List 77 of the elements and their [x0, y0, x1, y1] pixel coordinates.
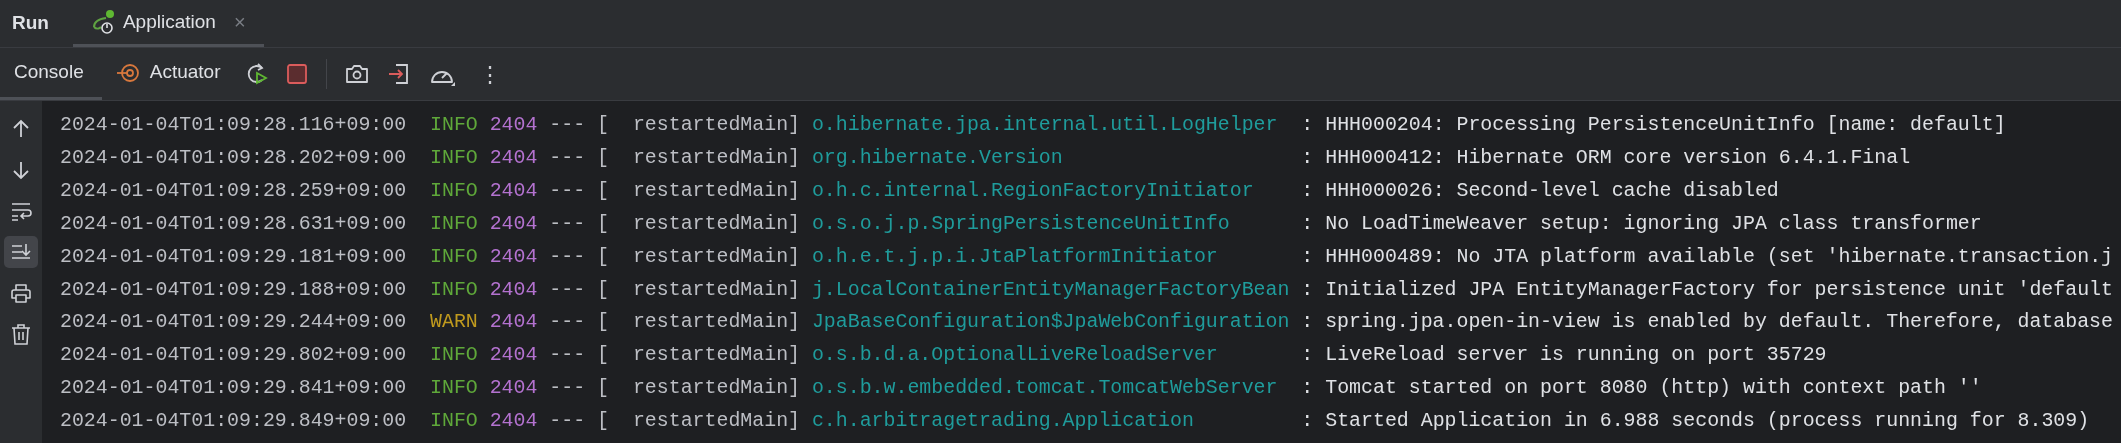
log-thread: [ restartedMain] — [597, 144, 800, 171]
log-logger: JpaBaseConfiguration$JpaWebConfiguration — [811, 309, 1290, 336]
log-message: : HHH000026: Second-level cache disabled — [1301, 177, 1779, 204]
log-level: INFO — [430, 408, 478, 435]
log-message: : Initialized JPA EntityManagerFactory for persistence unit 'default — [1301, 276, 2113, 303]
log-pid: 2404 — [489, 144, 538, 171]
more-button[interactable]: ⋮ — [473, 57, 508, 91]
log-logger: org.hibernate.Version — [811, 144, 1063, 171]
log-pid: 2404 — [489, 243, 538, 270]
log-pid: 2404 — [489, 276, 538, 303]
log-logger: o.hibernate.jpa.internal.util.LogHelper — [811, 112, 1278, 138]
panel-title: Run — [12, 11, 49, 36]
log-logger: o.h.c.internal.RegionFactoryInitiator — [811, 177, 1254, 204]
log-level: INFO — [430, 112, 478, 138]
log-logger: o.h.e.t.j.p.i.JtaPlatformInitiator — [811, 243, 1218, 270]
log-separator: --- — [549, 144, 586, 171]
log-level: INFO — [430, 276, 478, 303]
log-level: INFO — [430, 342, 478, 369]
log-pid: 2404 — [489, 408, 538, 435]
log-thread: [ restartedMain] — [597, 276, 800, 303]
log-thread: [ restartedMain] — [597, 408, 800, 435]
log-level: WARN — [430, 309, 478, 336]
log-thread: [ restartedMain] — [597, 309, 800, 336]
log-message: : HHH000204: Processing PersistenceUnitInfo [name: default] — [1301, 112, 2006, 138]
log-message: : Tomcat started on port 8080 (http) with context path '' — [1301, 375, 1982, 402]
scroll-to-end-icon[interactable] — [4, 236, 38, 268]
log-pid: 2404 — [489, 309, 538, 336]
log-separator: --- — [549, 276, 586, 303]
log-timestamp: 2024-01-04T01:09:29.181+09:00 — [60, 243, 407, 270]
log-separator: --- — [549, 375, 586, 402]
log-pid: 2404 — [489, 177, 538, 204]
log-separator: --- — [549, 408, 586, 435]
log-timestamp: 2024-01-04T01:09:28.631+09:00 — [60, 210, 407, 237]
log-level: INFO — [430, 210, 478, 237]
log-level: INFO — [430, 375, 478, 402]
camera-icon[interactable] — [345, 63, 370, 85]
log-thread: [ restartedMain] — [597, 243, 800, 270]
log-thread: [ restartedMain] — [597, 342, 800, 369]
log-message: : HHH000412: Hibernate ORM core version 6.4.1.Final — [1301, 144, 1911, 171]
log-thread: [ restartedMain] — [597, 210, 800, 237]
spring-run-icon — [90, 9, 115, 35]
log-logger: o.s.b.d.a.OptionalLiveReloadServer — [811, 342, 1218, 369]
log-timestamp: 2024-01-04T01:09:29.841+09:00 — [60, 375, 407, 402]
log-level: INFO — [430, 177, 478, 204]
log-message: : HHH000489: No JTA platform available (set 'hibernate.transaction.j — [1301, 243, 2113, 270]
log-timestamp: 2024-01-04T01:09:28.202+09:00 — [60, 144, 407, 171]
actuator-tab[interactable]: Actuator — [101, 48, 235, 100]
log-pid: 2404 — [489, 375, 538, 402]
log-logger: o.s.b.w.embedded.tomcat.TomcatWebServer — [811, 375, 1278, 402]
log-message: : Started Application in 6.988 seconds (process running for 8.309) — [1301, 408, 2090, 435]
log-level: INFO — [430, 144, 478, 171]
stop-icon[interactable] — [286, 63, 309, 85]
log-separator: --- — [549, 177, 586, 204]
log-message: : No LoadTimeWeaver setup: ignoring JPA class transformer — [1301, 210, 1982, 237]
log-separator: --- — [549, 342, 586, 369]
log-logger: c.h.arbitragetrading.Application — [811, 408, 1194, 435]
log-pid: 2404 — [489, 210, 538, 237]
log-pid: 2404 — [489, 342, 538, 369]
log-logger: j.LocalContainerEntityManagerFactoryBean — [811, 276, 1290, 303]
log-thread: [ restartedMain] — [597, 375, 800, 402]
log-separator: --- — [549, 112, 586, 138]
log-separator: --- — [549, 210, 586, 237]
log-separator: --- — [549, 243, 586, 270]
log-logger: o.s.o.j.p.SpringPersistenceUnitInfo — [811, 210, 1230, 237]
log-timestamp: 2024-01-04T01:09:29.188+09:00 — [60, 276, 407, 303]
log-level: INFO — [430, 243, 478, 270]
log-message: : LiveReload server is running on port 35729 — [1301, 342, 1827, 369]
log-timestamp: 2024-01-04T01:09:29.244+09:00 — [60, 309, 407, 336]
log-timestamp: 2024-01-04T01:09:28.259+09:00 — [60, 177, 407, 204]
log-message: : spring.jpa.open-in-view is enabled by default. Therefore, database — [1301, 309, 2113, 336]
log-pid: 2404 — [489, 112, 538, 138]
log-timestamp: 2024-01-04T01:09:28.116+09:00 — [60, 112, 407, 138]
log-thread: [ restartedMain] — [597, 112, 800, 138]
log-thread: [ restartedMain] — [597, 177, 800, 204]
log-timestamp: 2024-01-04T01:09:29.849+09:00 — [60, 408, 407, 435]
log-timestamp: 2024-01-04T01:09:29.802+09:00 — [60, 342, 407, 369]
log-separator: --- — [549, 309, 586, 336]
